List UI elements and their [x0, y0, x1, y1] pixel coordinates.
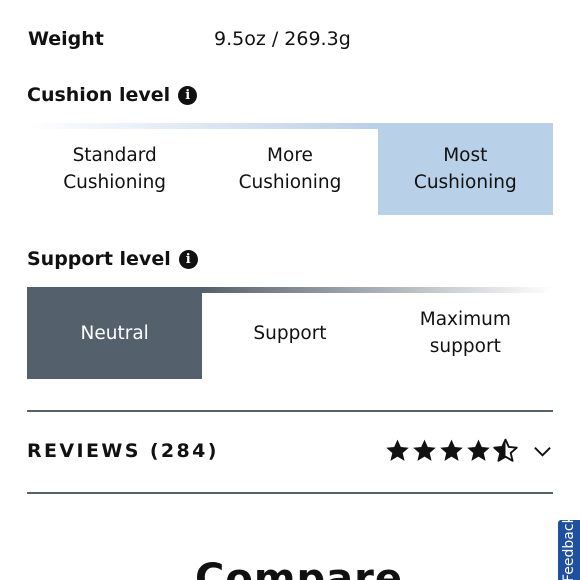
support-scale: Neutral Support Maximum support: [27, 287, 553, 379]
star-icon: [467, 439, 490, 461]
chevron-down-icon[interactable]: [533, 442, 552, 461]
cushion-option-label: More Cushioning: [238, 145, 342, 193]
compare-title: Compare: [195, 556, 403, 580]
cushion-heading: Cushion level i: [27, 84, 198, 106]
reviews-accordion[interactable]: REVIEWS (284): [27, 412, 553, 492]
support-option-label: Support: [253, 322, 327, 344]
half-star-icon: [493, 438, 518, 462]
spec-row-weight: Weight 9.5oz / 269.3g: [28, 28, 552, 54]
cushion-option-standard[interactable]: Standard Cushioning: [27, 123, 202, 215]
star-icon: [413, 439, 436, 461]
info-icon[interactable]: i: [178, 249, 198, 269]
cushion-option-most[interactable]: Most Cushioning: [377, 123, 553, 215]
reviews-title: REVIEWS (284): [27, 440, 219, 462]
cushion-heading-text: Cushion level: [27, 84, 171, 106]
star-icon: [440, 439, 463, 461]
divider: [27, 492, 553, 494]
support-option-support[interactable]: Support: [202, 287, 377, 379]
support-heading: Support level i: [27, 248, 198, 270]
star-icon: [386, 439, 409, 461]
spec-value: 9.5oz / 269.3g: [214, 28, 351, 50]
cushion-scale: Standard Cushioning More Cushioning Most Cu…: [27, 123, 553, 215]
cushion-option-label: Standard Cushioning: [63, 145, 167, 193]
feedback-tab[interactable]: Feedback: [558, 520, 580, 580]
cushion-option-more[interactable]: More Cushioning: [202, 123, 377, 215]
support-heading-text: Support level: [27, 248, 171, 270]
feedback-label: Feedback: [561, 520, 577, 580]
spec-label: Weight: [28, 28, 104, 50]
support-option-label: Maximum support: [419, 309, 511, 357]
support-option-maximum[interactable]: Maximum support: [378, 287, 553, 379]
support-option-neutral[interactable]: Neutral: [27, 287, 203, 379]
info-icon[interactable]: i: [178, 85, 198, 105]
star-rating: [385, 438, 518, 463]
support-option-label: Neutral: [80, 322, 149, 344]
cushion-option-label: Most Cushioning: [413, 145, 517, 193]
